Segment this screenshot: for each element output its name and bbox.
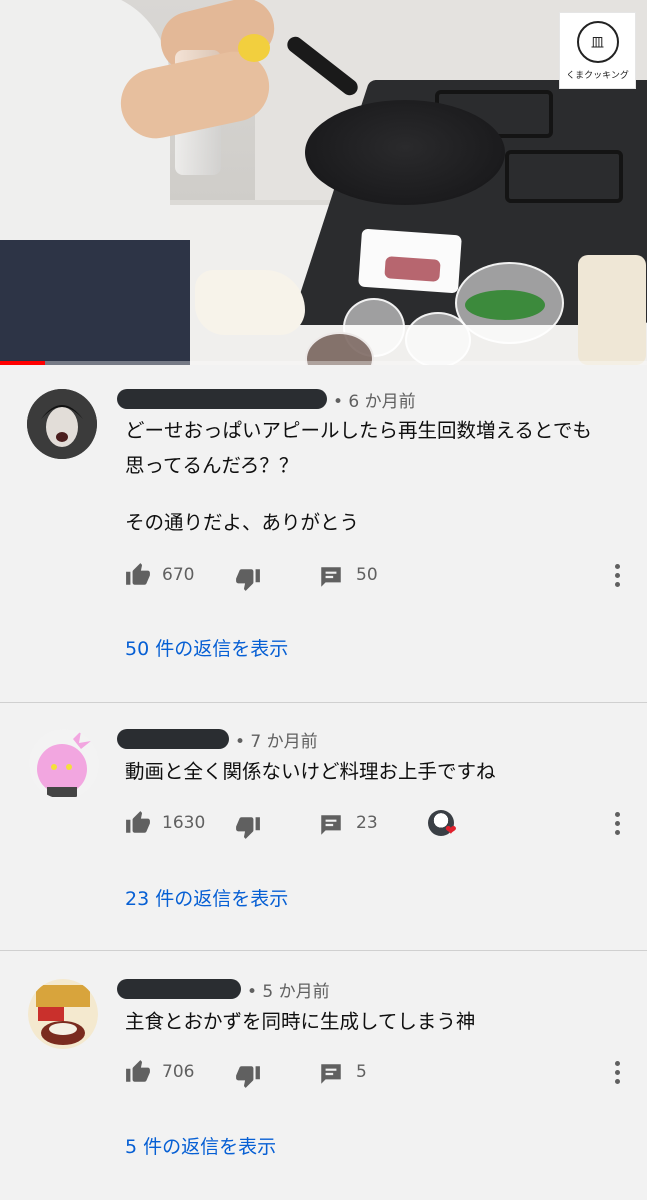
comment-text: 主食とおかずを同時に生成してしまう神 xyxy=(125,1004,625,1039)
comment-timestamp: • 6 か月前 xyxy=(333,391,416,412)
thumbs-down-icon[interactable] xyxy=(235,566,261,596)
comment-icon[interactable] xyxy=(318,564,344,594)
thumbs-up-icon[interactable] xyxy=(125,810,151,840)
comment-text-line: 主食とおかずを同時に生成してしまう神 xyxy=(125,1010,476,1033)
video-frame-pan xyxy=(305,100,505,205)
comment-icon[interactable] xyxy=(318,812,344,842)
reply-count: 23 xyxy=(356,813,378,833)
comment-actions: 670 50 xyxy=(125,562,635,592)
video-frame-grinder xyxy=(578,255,646,365)
thumbs-down-icon[interactable] xyxy=(235,814,261,844)
more-vert-icon[interactable] xyxy=(613,1059,621,1089)
like-count: 1630 xyxy=(162,813,206,833)
video-frame-grate xyxy=(505,150,623,203)
redacted-author-name xyxy=(117,729,229,749)
comment-thread: • 5 か月前 主食とおかずを同時に生成してしまう神 706 5 5 件の返信を… xyxy=(0,951,647,1200)
thumbs-up-icon[interactable] xyxy=(125,562,151,592)
video-frame-bowl xyxy=(405,312,471,365)
avatar[interactable] xyxy=(29,729,99,799)
comment-text: 動画と全く関係ないけど料理お上手ですね xyxy=(125,754,625,789)
comment-text-line: その通りだよ、ありがとう xyxy=(125,511,360,534)
avatar[interactable] xyxy=(28,979,98,1049)
video-frame-onion xyxy=(195,270,305,335)
comment-actions: 706 5 xyxy=(125,1059,635,1089)
thumbs-up-icon[interactable] xyxy=(125,1059,151,1089)
comment-thread: • 6 か月前 どーせおっぱいアピールしたら再生回数増えるとでも 思ってるんだろ… xyxy=(0,365,647,701)
creator-heart-badge: ❤ xyxy=(428,810,458,840)
reply-count: 50 xyxy=(356,565,378,585)
video-frame-greens xyxy=(465,290,545,320)
comment-text-line: 動画と全く関係ないけど料理お上手ですね xyxy=(125,760,496,783)
redacted-author-name xyxy=(117,389,327,409)
comment-text-line: どーせおっぱいアピールしたら再生回数増えるとでも xyxy=(125,419,592,442)
comment-text-line: 思ってるんだろ？？ xyxy=(125,454,299,477)
view-replies-link[interactable]: 23 件の返信を表示 xyxy=(125,884,288,911)
channel-logo-icon: 皿 xyxy=(576,20,619,63)
like-count: 670 xyxy=(162,565,195,585)
view-replies-link[interactable]: 5 件の返信を表示 xyxy=(125,1132,276,1159)
comment-author-line[interactable]: • 7 か月前 xyxy=(117,727,318,752)
video-player[interactable]: 皿 くまクッキング xyxy=(0,0,647,365)
video-frame-lemon xyxy=(238,34,270,62)
more-vert-icon[interactable] xyxy=(613,810,621,840)
channel-watermark-label: くまクッキング xyxy=(566,70,629,81)
view-replies-link[interactable]: 50 件の返信を表示 xyxy=(125,634,288,661)
channel-watermark[interactable]: 皿 くまクッキング xyxy=(559,12,636,89)
thumbs-down-icon[interactable] xyxy=(235,1063,261,1093)
video-frame-meat xyxy=(384,256,441,282)
comment-timestamp: • 7 か月前 xyxy=(235,731,318,752)
heart-icon: ❤ xyxy=(445,823,457,839)
comment-author-line[interactable]: • 5 か月前 xyxy=(117,977,330,1002)
comment-text: どーせおっぱいアピールしたら再生回数増えるとでも 思ってるんだろ？？ その通りだ… xyxy=(125,413,625,540)
redacted-author-name xyxy=(117,979,241,999)
comment-author-line[interactable]: • 6 か月前 xyxy=(117,387,416,412)
like-count: 706 xyxy=(162,1062,195,1082)
comment-timestamp: • 5 か月前 xyxy=(247,981,330,1002)
reply-count: 5 xyxy=(356,1062,367,1082)
comment-icon[interactable] xyxy=(318,1061,344,1091)
comment-thread: • 7 か月前 動画と全く関係ないけど料理お上手ですね 1630 23 ❤ 23… xyxy=(0,703,647,950)
comment-actions: 1630 23 ❤ xyxy=(125,810,635,840)
more-vert-icon[interactable] xyxy=(613,562,621,592)
video-frame-jeans xyxy=(0,240,190,365)
avatar[interactable] xyxy=(27,389,97,459)
